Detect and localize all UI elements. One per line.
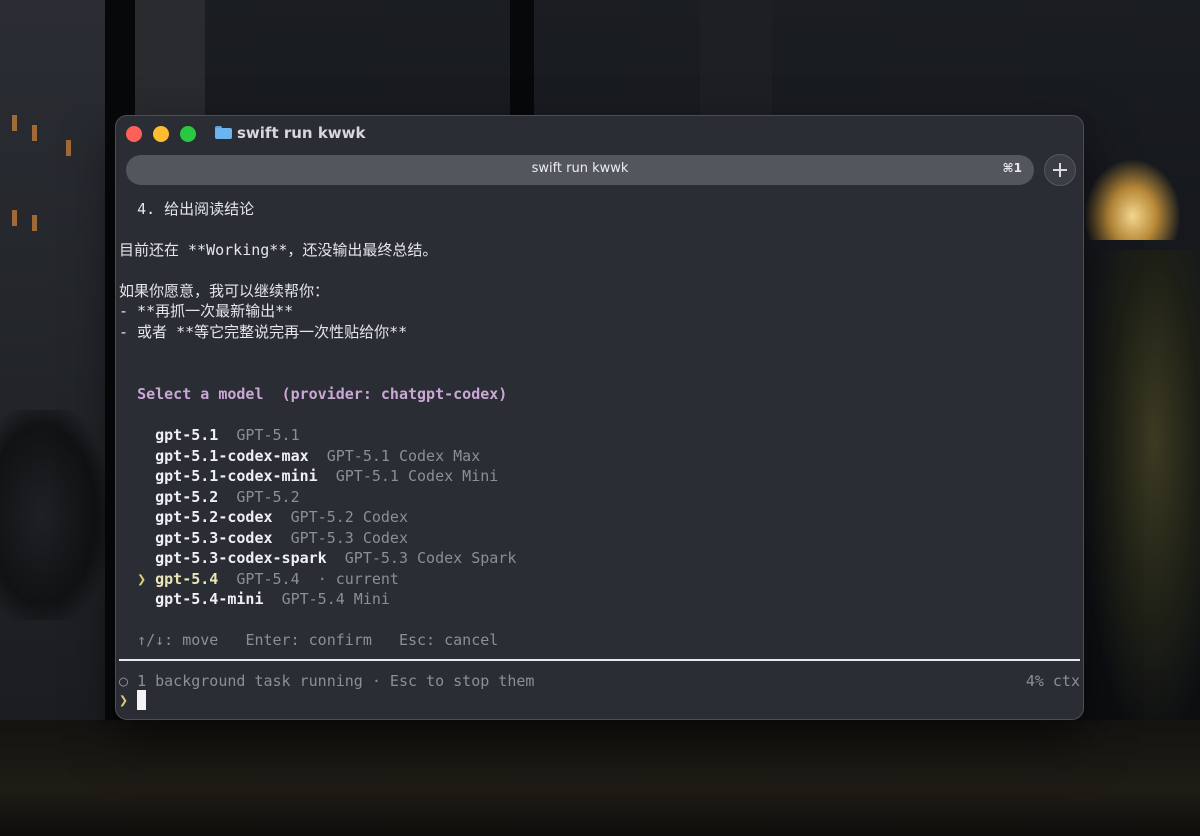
model-label: GPT-5.1 <box>236 426 300 444</box>
model-option-gpt-5.2[interactable]: gpt-5.2 GPT-5.2 <box>119 487 300 507</box>
help-cancel: Esc: cancel <box>398 631 499 649</box>
title-bar[interactable]: swift run kwwk <box>116 116 1083 154</box>
minimize-button[interactable] <box>153 126 169 142</box>
model-label: GPT-5.3 Codex Spark <box>344 549 517 567</box>
model-id: gpt-5.2 <box>155 487 219 506</box>
model-label: GPT-5.1 Codex Mini <box>335 467 499 485</box>
model-picker-help: ↑/↓: move Enter: confirm Esc: cancel <box>119 630 498 650</box>
transcript-step: 4. 给出阅读结论 <box>119 199 254 219</box>
model-label: GPT-5.1 Codex Max <box>326 446 481 465</box>
wallpaper-tower <box>700 0 772 115</box>
transcript-status: 目前还在 **Working**，还没输出最终总结。 <box>119 241 438 259</box>
model-label: GPT-5.4 <box>236 569 300 588</box>
terminal-window: swift run kwwk swift run kwwk ⌘1 4. 给出阅读… <box>115 115 1084 720</box>
transcript-option-1: - **再抓一次最新输出** <box>119 302 294 320</box>
background-task-status: 1 background task running · Esc to stop … <box>137 672 535 690</box>
model-label: GPT-5.2 Codex <box>290 508 408 526</box>
model-option-gpt-5.4-mini[interactable]: gpt-5.4-mini GPT-5.4 Mini <box>119 589 390 609</box>
transcript-offer: 如果你愿意，我可以继续帮你： <box>119 282 330 300</box>
transcript-option-2: - 或者 **等它完整说完再一次性贴给你** <box>119 323 408 341</box>
model-id: gpt-5.1-codex-mini <box>155 467 318 485</box>
wallpaper-lamp <box>1085 160 1180 240</box>
wallpaper-plants <box>1085 250 1200 730</box>
model-picker-title: Select a model <box>137 385 264 403</box>
tab-shortcut: ⌘1 <box>1002 161 1022 175</box>
model-id: gpt-5.2-codex <box>155 508 273 526</box>
model-id: gpt-5.4-mini <box>155 590 264 608</box>
wallpaper-lit-window <box>12 210 17 226</box>
wallpaper-figure <box>0 410 105 620</box>
divider <box>119 659 1080 661</box>
wallpaper-lit-window <box>66 140 71 156</box>
model-option-gpt-5.1[interactable]: gpt-5.1 GPT-5.1 <box>119 425 300 445</box>
window-title: swift run kwwk <box>237 124 366 142</box>
wallpaper-building <box>0 0 110 760</box>
circle-icon: ○ <box>119 672 129 690</box>
wallpaper-lit-window <box>32 125 37 141</box>
model-option-gpt-5.1-codex-mini[interactable]: gpt-5.1-codex-mini GPT-5.1 Codex Mini <box>119 466 498 486</box>
model-label: GPT-5.2 <box>236 487 300 506</box>
status-bar-tasks: ○ 1 background task running · Esc to sto… <box>119 671 534 691</box>
zoom-button[interactable] <box>180 126 196 142</box>
model-picker-provider: (provider: chatgpt-codex) <box>281 385 508 403</box>
help-move: ↑/↓: move <box>137 631 219 649</box>
model-id: gpt-5.4 <box>155 569 219 588</box>
wallpaper-lit-window <box>12 115 17 131</box>
selection-marker: ❯ <box>137 569 147 588</box>
model-option-gpt-5.3-codex-spark[interactable]: gpt-5.3-codex-spark GPT-5.3 Codex Spark <box>119 548 516 568</box>
prompt-line[interactable]: ❯ <box>119 690 147 710</box>
model-option-gpt-5.3-codex[interactable]: gpt-5.3-codex GPT-5.3 Codex <box>119 528 408 548</box>
text-cursor <box>137 690 147 710</box>
model-id: gpt-5.3-codex <box>155 528 273 547</box>
wallpaper-floor <box>0 720 1200 836</box>
wallpaper-window-frame <box>510 0 534 115</box>
new-tab-button[interactable] <box>1044 154 1076 186</box>
model-option-gpt-5.2-codex[interactable]: gpt-5.2-codex GPT-5.2 Codex <box>119 507 408 527</box>
current-badge: · current <box>317 569 399 588</box>
context-usage: 4% ctx <box>1025 672 1080 690</box>
plus-icon-stroke <box>1059 163 1061 177</box>
wallpaper-lit-window <box>32 215 37 231</box>
prompt-marker: ❯ <box>119 691 129 709</box>
wallpaper-building <box>135 0 205 120</box>
model-id: gpt-5.3-codex-spark <box>155 549 327 567</box>
model-label: GPT-5.4 Mini <box>281 590 390 608</box>
model-label: GPT-5.3 Codex <box>290 528 408 547</box>
tab-swift-run-kwwk[interactable]: swift run kwwk ⌘1 <box>126 155 1034 185</box>
folder-icon <box>215 126 232 139</box>
model-id: gpt-5.1-codex-max <box>155 446 309 465</box>
model-id: gpt-5.1 <box>155 426 219 444</box>
model-option-gpt-5.1-codex-max[interactable]: gpt-5.1-codex-max GPT-5.1 Codex Max <box>119 446 480 466</box>
model-option-gpt-5.4[interactable]: ❯ gpt-5.4 GPT-5.4 · current <box>119 569 399 589</box>
model-picker-header: Select a model (provider: chatgpt-codex) <box>119 384 507 404</box>
transcript-step-text: 4. 给出阅读结论 <box>137 200 255 218</box>
terminal-output[interactable]: 4. 给出阅读结论 目前还在 **Working**，还没输出最终总结。 如果你… <box>116 186 1083 719</box>
close-button[interactable] <box>126 126 142 142</box>
help-confirm: Enter: confirm <box>245 631 372 649</box>
tab-title: swift run kwwk <box>531 161 629 176</box>
